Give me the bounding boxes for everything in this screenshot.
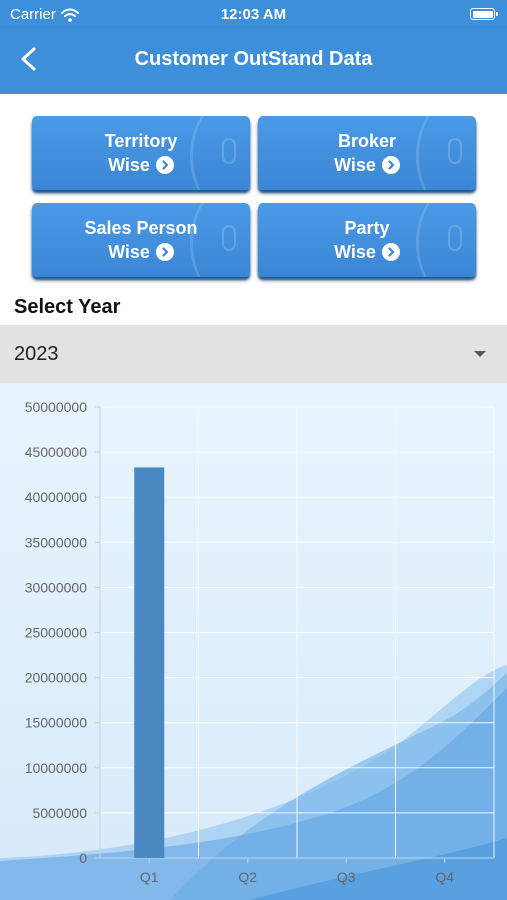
sales-person-wise-button[interactable]: Sales Person Wise [32,203,250,277]
y-tick-label: 30000000 [25,579,88,595]
tile-label-line2: Wise [108,242,150,262]
x-tick-label: Q4 [435,869,454,885]
page-title: Customer OutStand Data [134,48,373,70]
y-tick-label: 50000000 [25,399,88,415]
party-wise-button[interactable]: Party Wise [258,203,476,277]
tile-label-line1: Party [344,218,390,238]
chevron-right-circle-icon [381,243,400,261]
chevron-right-circle-icon [155,156,174,174]
bar-chart: 0 5000000 10000000 15000000 20000000 25000000… [25,399,495,885]
y-tick-label: 45000000 [25,444,88,460]
x-tick-label: Q3 [337,869,356,885]
status-bar: Carrier 12:03 AM [0,0,507,28]
y-tick-label: 35000000 [25,534,88,550]
y-tick-label: 5000000 [32,805,87,821]
bar-q1 [134,467,165,858]
tile-label-line2: Wise [334,242,376,262]
y-tick-label: 10000000 [25,760,88,776]
territory-wise-button[interactable]: Territory Wise [32,116,250,190]
x-tick-label: Q2 [238,869,257,885]
caret-down-icon [474,351,486,357]
tile-label-line2: Wise [108,155,150,175]
status-time: 12:03 AM [220,6,287,23]
year-dropdown-value: 2023 [14,343,59,365]
tile-label-line1: Territory [104,131,178,151]
chevron-right-circle-icon [381,156,400,174]
broker-wise-button[interactable]: Broker Wise [258,116,476,190]
chevron-right-circle-icon [155,243,174,261]
battery-icon [470,8,498,20]
y-tick-label: 0 [79,850,87,866]
y-tick-label: 25000000 [25,625,88,641]
y-tick-label: 20000000 [25,670,88,686]
tile-label-line2: Wise [334,155,376,175]
outstanding-chart: 0 5000000 10000000 15000000 20000000 25000000… [0,383,507,900]
tile-label-line1: Sales Person [84,218,198,238]
nav-bar: Customer OutStand Data [0,28,507,94]
select-year-label: Select Year [14,296,121,318]
year-dropdown[interactable]: 2023 [0,325,507,383]
tile-label-line1: Broker [337,131,397,151]
y-tick-label: 40000000 [25,489,88,505]
x-tick-label: Q1 [140,869,159,885]
y-tick-label: 15000000 [25,715,88,731]
